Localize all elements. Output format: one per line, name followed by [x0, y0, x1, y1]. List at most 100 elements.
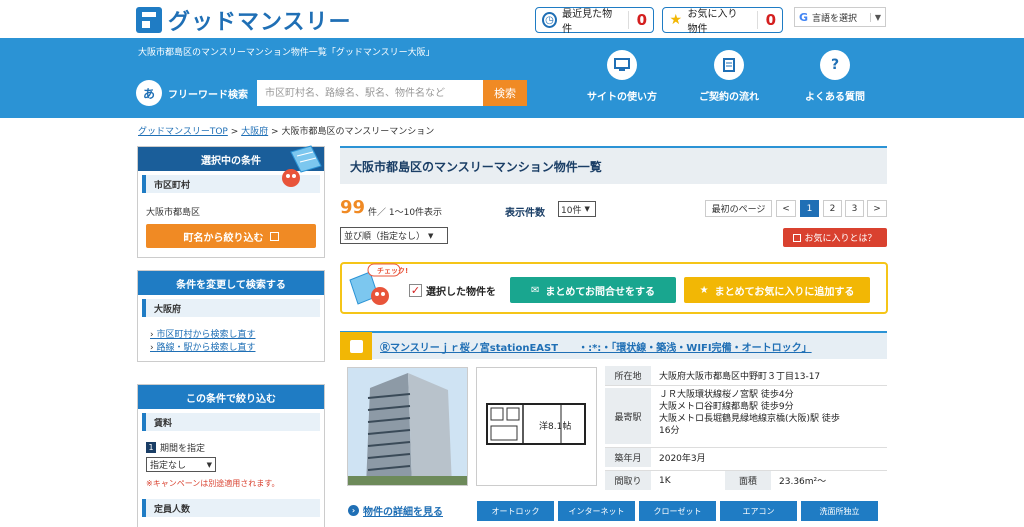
favorites-label: お気に入り物件	[687, 9, 738, 35]
station-line: 大阪メトロ谷町線都島駅 徒歩9分	[659, 402, 794, 412]
layout-value: 1K	[659, 475, 671, 486]
address-value: 大阪府大阪市都島区中野町３丁目13-17	[659, 372, 821, 382]
property-title-link[interactable]: Ⓡマンスリーｊｒ桜ノ宮stationEAST ・:*:・「環状線・築浅・WIFI…	[380, 339, 812, 354]
municipality-value: 大阪市都島区	[146, 208, 201, 218]
language-select[interactable]: G 言語を選択 ▼	[794, 7, 886, 27]
station-line: 大阪メトロ長堀鶴見緑地線京橋(大阪)駅 徒歩	[659, 414, 840, 424]
checkbox-box	[349, 339, 363, 353]
filter-header: この条件で絞り込む	[138, 385, 324, 409]
breadcrumb-current: 大阪市都島区のマンスリーマンション	[281, 127, 435, 137]
narrow-by-town-button[interactable]: 町名から絞り込む	[146, 224, 316, 248]
recent-items-label: 最近見た物件	[562, 9, 613, 35]
site-logo[interactable]: グッドマンスリー	[136, 6, 352, 35]
search-button[interactable]: 検索	[483, 80, 527, 106]
built-value: 2020年3月	[659, 454, 706, 464]
star-icon: ★	[669, 12, 683, 28]
change-search-panel: 条件を変更して検索する 大阪府 市区町村から検索し直す 路線・駅から検索し直す	[137, 270, 325, 362]
floorplan-drawing	[486, 403, 586, 445]
station-line: ＪＲ大阪環状線桜ノ宮駅 徒歩4分	[659, 390, 794, 400]
external-square-icon	[269, 231, 279, 241]
question-icon: ?	[820, 50, 850, 80]
filter-title: この条件で絞り込む	[186, 393, 276, 405]
chevron-down-icon: ▼	[584, 205, 590, 213]
feature-tag: オートロック	[477, 501, 554, 521]
chevron-down-icon: ▼	[869, 12, 881, 22]
pager-first-button[interactable]: 最初のページ	[705, 200, 772, 217]
monitor-icon	[607, 50, 637, 80]
bulk-favorite-button[interactable]: ★ まとめてお気に入りに追加する	[684, 277, 870, 303]
property-details-link[interactable]: › 物件の詳細を見る	[348, 503, 443, 518]
address-row: 所在地 大阪府大阪市都島区中野町３丁目13-17	[605, 366, 887, 386]
star-icon: ★	[699, 284, 709, 296]
external-square-icon	[793, 233, 802, 242]
rent-subheader: 賃料	[142, 413, 320, 431]
sort-select-value: 並び順（指定なし）	[344, 232, 426, 242]
recent-items-button[interactable]: ◷ 最近見た物件 0	[535, 7, 654, 35]
search-by-municipality-link[interactable]: 市区町村から検索し直す	[138, 329, 324, 342]
checkmark-icon: ✓	[409, 284, 422, 297]
mail-icon: ✉	[530, 284, 540, 296]
pager-page-3[interactable]: 3	[845, 200, 864, 217]
period-row: 1 期間を指定	[138, 435, 324, 454]
document-icon	[714, 50, 744, 80]
pager-prev-button[interactable]: <	[776, 200, 796, 217]
campaign-note: ※キャンペーンは別途適用されます。	[146, 479, 280, 488]
page-title: 大阪市都島区のマンスリーマンション物件一覧	[340, 146, 887, 184]
prefecture-subheader: 大阪府	[142, 299, 320, 317]
station-line: 16分	[659, 426, 680, 436]
building-photo-image	[348, 368, 467, 485]
capacity-subheader: 定員人数	[142, 499, 320, 517]
nav-contract-flow[interactable]: ご契約の流れ	[679, 50, 779, 103]
display-count-label: 表示件数	[505, 208, 545, 219]
what-is-favorite-label: お気に入りとは？	[804, 234, 877, 244]
search-input[interactable]	[257, 80, 483, 106]
period-select[interactable]: 指定なし ▼	[146, 457, 216, 472]
breadcrumb-separator: >	[271, 127, 279, 137]
breadcrumb-link-top[interactable]: グッドマンスリーTOP	[138, 127, 228, 137]
google-icon: G	[799, 10, 809, 24]
select-all-checkbox[interactable]: ✓ 選択した物件を	[409, 283, 496, 298]
floorplan-image[interactable]: 洋8.1帖	[476, 367, 597, 486]
logo-text: グッドマンスリー	[168, 10, 352, 35]
language-select-label: 言語を選択	[812, 13, 858, 24]
search-by-station-link[interactable]: 路線・駅から検索し直す	[138, 342, 324, 355]
period-select-value: 指定なし	[150, 461, 187, 471]
feature-tag: クローゼット	[639, 501, 716, 521]
breadcrumb-separator: >	[230, 127, 239, 137]
address-label: 所在地	[605, 366, 651, 385]
nav-how-to-use[interactable]: サイトの使い方	[572, 50, 672, 103]
feature-tag: インターネット	[558, 501, 635, 521]
display-count-value: 10件	[561, 205, 582, 216]
property-photo[interactable]	[347, 367, 468, 486]
nav-contract-flow-label: ご契約の流れ	[699, 92, 759, 103]
narrow-by-town-label: 町名から絞り込む	[183, 232, 264, 244]
result-count: 99	[340, 197, 366, 218]
filter-panel: この条件で絞り込む 賃料 1 期間を指定 指定なし ▼ ※キャンペーンは別途適用…	[137, 384, 325, 527]
breadcrumb-link-osaka[interactable]: 大阪府	[241, 127, 268, 137]
pager-page-2[interactable]: 2	[823, 200, 842, 217]
what-is-favorite-button[interactable]: お気に入りとは？	[783, 228, 887, 247]
property-checkbox[interactable]	[340, 332, 372, 360]
recent-items-count: 0	[627, 11, 647, 29]
pager-next-button[interactable]: >	[867, 200, 887, 217]
breadcrumb: グッドマンスリーTOP > 大阪府 > 大阪市都島区のマンスリーマンション	[138, 124, 434, 137]
pager-page-1[interactable]: 1	[800, 200, 819, 217]
sort-select[interactable]: 並び順（指定なし） ▼	[340, 227, 448, 244]
bulk-inquire-button[interactable]: ✉ まとめてお問合せをする	[510, 277, 676, 303]
bulk-inquire-label: まとめてお問合せをする	[545, 286, 656, 298]
feature-tag: 洗面所独立	[801, 501, 878, 521]
period-label: 期間を指定	[160, 444, 206, 454]
property-details-label: 物件の詳細を見る	[363, 507, 443, 518]
favorites-button[interactable]: ★ お気に入り物件 0	[662, 7, 783, 35]
display-count-select[interactable]: 10件 ▼	[558, 201, 596, 217]
check-badge-text: チェック!	[377, 267, 409, 275]
selected-conditions-title: 選択中の条件	[201, 155, 261, 167]
built-row: 築年月 2020年3月	[605, 447, 887, 467]
change-search-title: 条件を変更して検索する	[176, 279, 286, 291]
feature-tag: エアコン	[720, 501, 797, 521]
result-count-text: 件／ 1〜10件表示	[368, 208, 443, 218]
nav-how-to-use-label: サイトの使い方	[587, 92, 657, 103]
nav-faq[interactable]: ? よくある質問	[785, 50, 885, 103]
clock-icon: ◷	[542, 12, 558, 28]
layout-label: 間取り	[605, 471, 651, 490]
